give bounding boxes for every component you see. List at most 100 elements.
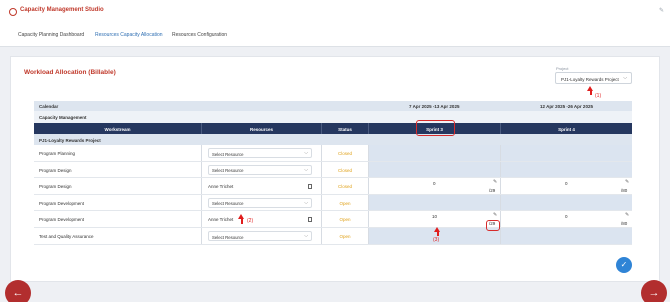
resource-cell: Anne Trichet bbox=[201, 211, 321, 227]
allocation-total: /29 bbox=[489, 188, 496, 194]
top-bar: Capacity Management Studio ✎ bbox=[0, 0, 670, 24]
capacity-label: Capacity Management bbox=[39, 114, 87, 120]
resource-cell: Select Resource ⌵ bbox=[201, 145, 321, 161]
allocation-value[interactable]: 0 bbox=[565, 181, 568, 186]
table-row: Program Design Select Resource ⌵ Closed bbox=[34, 161, 632, 179]
resource-cell: Select Resource ⌵ bbox=[201, 194, 321, 211]
sprint-4-cell bbox=[500, 161, 632, 178]
status-badge: Open bbox=[321, 228, 368, 244]
table-header: Workstream Resources Status Sprint 3 Spr… bbox=[34, 123, 632, 134]
sprint-3-cell bbox=[368, 145, 500, 161]
allocation-total: /80 bbox=[621, 221, 628, 227]
table-row: Program Development Anne Trichet Open 10… bbox=[34, 211, 632, 228]
header-workstream: Workstream bbox=[104, 126, 131, 132]
tab-divider bbox=[0, 46, 670, 47]
resource-select-value: Select Resource bbox=[212, 151, 244, 157]
clock-icon bbox=[9, 8, 17, 16]
chevron-down-icon: ⌵ bbox=[304, 150, 308, 156]
annotation-label-1: (1) bbox=[595, 93, 602, 99]
allocation-total: /80 bbox=[621, 188, 628, 194]
status-badge: Open bbox=[321, 211, 368, 227]
card-title: Workload Allocation (Billable) bbox=[24, 69, 116, 76]
date-range-sprint-3: 7 Apr 2025 -13 Apr 2025 bbox=[409, 104, 460, 109]
header-sprint-4[interactable]: Sprint 4 bbox=[500, 123, 632, 134]
workstream-cell: Program Planning bbox=[39, 151, 76, 156]
sprint-3-cell bbox=[368, 194, 500, 211]
allocation-value[interactable]: 10 bbox=[432, 214, 437, 219]
annotation-arrow-2-stem bbox=[240, 219, 243, 224]
annotation-box-total bbox=[486, 220, 500, 231]
resource-select[interactable]: Select Resource ⌵ bbox=[208, 231, 312, 241]
pencil-icon[interactable]: ✎ bbox=[493, 179, 497, 185]
resource-select[interactable]: Select Resource ⌵ bbox=[208, 197, 312, 208]
project-group-row: PJ1-Loyalty Rewards Project bbox=[34, 134, 632, 145]
status-badge: Open bbox=[321, 194, 368, 211]
sprint-3-cell bbox=[368, 161, 500, 178]
sprint-4-cell bbox=[500, 228, 632, 244]
pencil-icon[interactable]: ✎ bbox=[625, 179, 629, 185]
capacity-row: Capacity Management bbox=[34, 111, 632, 123]
project-label: Project bbox=[556, 66, 569, 71]
header-resources: Resources bbox=[201, 123, 321, 134]
annotation-arrow-1-stem bbox=[589, 91, 592, 95]
status-badge: Closed bbox=[321, 178, 368, 194]
chevron-down-icon: ⌵ bbox=[304, 199, 308, 206]
arrow-left-icon[interactable]: ← bbox=[5, 280, 31, 302]
table-row: Test and Quality Assurance Select Resour… bbox=[34, 228, 632, 245]
chevron-down-icon: ⌵ bbox=[623, 75, 627, 81]
annotation-arrow-3-stem bbox=[436, 232, 439, 236]
chevron-down-icon: ⌵ bbox=[304, 166, 308, 173]
pencil-icon[interactable]: ✎ bbox=[659, 7, 664, 14]
table-row: Program Design Anne Trichet Closed 0 ✎ /… bbox=[34, 178, 632, 195]
resource-select-value: Select Resource bbox=[212, 201, 244, 207]
sprint-4-cell[interactable]: 0 ✎ /80 bbox=[500, 178, 632, 194]
tab-bar: Capacity Planning Dashboard Resources Ca… bbox=[0, 24, 670, 46]
date-range-sprint-4: 12 Apr 2025 -26 Apr 2025 bbox=[540, 104, 593, 109]
resource-cell: Select Resource ⌵ bbox=[201, 161, 321, 178]
workstream-cell: Program Design bbox=[39, 184, 72, 190]
status-badge: Closed bbox=[321, 161, 368, 178]
annotation-label-3: (3) bbox=[433, 237, 440, 243]
calendar-label: Calendar bbox=[39, 104, 59, 109]
resource-select[interactable]: Select Resource ⌵ bbox=[208, 148, 312, 158]
resource-name: Anne Trichet bbox=[208, 184, 234, 190]
trash-icon[interactable] bbox=[308, 183, 312, 189]
header-status: Status bbox=[321, 123, 368, 134]
tab-resources-configuration[interactable]: Resources Configuration bbox=[172, 32, 227, 38]
sprint-3-cell[interactable]: 10 ✎ /29 bbox=[368, 211, 500, 227]
status-badge: Closed bbox=[321, 145, 368, 161]
workstream-cell: Program Design bbox=[39, 167, 72, 173]
table-row: Program Planning Select Resource ⌵ Closed bbox=[34, 145, 632, 162]
table-row: Program Development Select Resource ⌵ Ope… bbox=[34, 194, 632, 212]
pencil-icon[interactable]: ✎ bbox=[625, 212, 629, 218]
annotation-box-sprint-3 bbox=[416, 120, 455, 136]
arrow-right-icon[interactable]: → bbox=[641, 280, 667, 302]
sprint-3-cell[interactable]: 0 ✎ /29 bbox=[368, 178, 500, 194]
allocation-value[interactable]: 0 bbox=[565, 214, 568, 219]
resource-cell: Anne Trichet bbox=[201, 178, 321, 194]
project-select-value: PJ1-Loyalty Rewards Project bbox=[561, 76, 619, 82]
resource-select[interactable]: Select Resource ⌵ bbox=[208, 164, 312, 175]
sprint-4-cell bbox=[500, 194, 632, 211]
sprint-4-cell[interactable]: 0 ✎ /80 bbox=[500, 211, 632, 227]
tab-capacity-planning-dashboard[interactable]: Capacity Planning Dashboard bbox=[18, 32, 84, 38]
resource-cell: Select Resource ⌵ bbox=[201, 228, 321, 244]
pencil-icon[interactable]: ✎ bbox=[493, 212, 497, 218]
calendar-row: Calendar 7 Apr 2025 -13 Apr 2025 12 Apr … bbox=[34, 101, 632, 111]
project-select[interactable]: PJ1-Loyalty Rewards Project ⌵ bbox=[555, 72, 632, 84]
resource-name: Anne Trichet bbox=[208, 217, 234, 223]
project-group-label: PJ1-Loyalty Rewards Project bbox=[39, 137, 101, 143]
allocation-value[interactable]: 0 bbox=[433, 181, 436, 186]
chevron-down-icon: ⌵ bbox=[304, 233, 308, 239]
workstream-cell: Program Development bbox=[39, 217, 85, 223]
sprint-4-cell bbox=[500, 145, 632, 161]
resource-select-value: Select Resource bbox=[212, 168, 244, 174]
check-icon[interactable]: ✓ bbox=[616, 257, 632, 273]
tab-resources-capacity-allocation[interactable]: Resources Capacity Allocation bbox=[95, 32, 163, 38]
app-title: Capacity Management Studio bbox=[20, 7, 104, 13]
resource-select-value: Select Resource bbox=[212, 234, 244, 240]
workstream-cell: Program Development bbox=[39, 200, 85, 206]
workstream-cell: Test and Quality Assurance bbox=[39, 234, 94, 239]
annotation-label-2: (2) bbox=[247, 218, 254, 224]
trash-icon[interactable] bbox=[308, 216, 312, 222]
